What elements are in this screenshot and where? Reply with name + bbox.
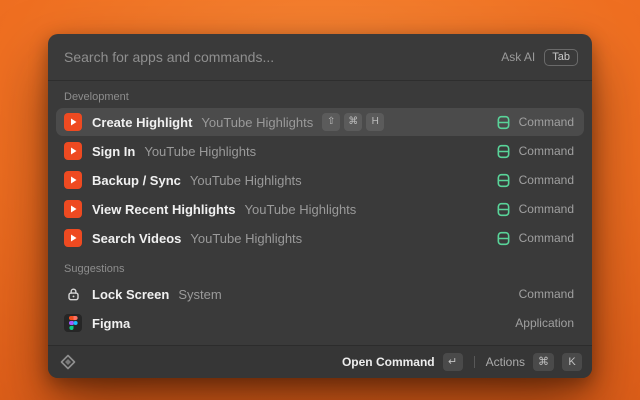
item-title: Lock Screen xyxy=(92,287,169,302)
ask-ai-label[interactable]: Ask AI xyxy=(501,50,535,64)
search-bar: Ask AI Tab xyxy=(48,34,592,80)
search-input[interactable] xyxy=(64,49,501,65)
item-subtitle: YouTube Highlights xyxy=(144,144,256,159)
enter-key-badge: ↵ xyxy=(443,353,463,371)
section-title-development: Development xyxy=(64,91,576,103)
item-subtitle: System xyxy=(178,287,221,302)
youtube-icon xyxy=(64,200,82,218)
youtube-icon xyxy=(64,229,82,247)
section-title-suggestions: Suggestions xyxy=(64,263,576,275)
command-type-icon xyxy=(496,202,511,217)
command-type-icon xyxy=(496,115,511,130)
item-subtitle: YouTube Highlights xyxy=(190,173,302,188)
item-subtitle: YouTube Highlights xyxy=(245,202,357,217)
item-title: Figma xyxy=(92,316,130,331)
item-title: Sign In xyxy=(92,144,135,159)
youtube-icon xyxy=(64,171,82,189)
footer-divider xyxy=(474,356,475,368)
item-type: Command xyxy=(519,231,574,245)
lock-icon xyxy=(66,287,81,302)
item-type: Command xyxy=(519,115,574,129)
list-item-figma[interactable]: Figma Application xyxy=(56,309,584,337)
list-item-create-highlight[interactable]: Create Highlight YouTube Highlights ⇧ ⌘ … xyxy=(56,108,584,136)
list-item-view-recent-highlights[interactable]: View Recent Highlights YouTube Highlight… xyxy=(56,195,584,223)
open-command-button[interactable]: Open Command xyxy=(342,355,435,369)
item-title: Create Highlight xyxy=(92,115,192,130)
item-subtitle: YouTube Highlights xyxy=(190,231,302,246)
command-type-icon xyxy=(496,231,511,246)
list-item-sign-in[interactable]: Sign In YouTube Highlights Command xyxy=(56,137,584,165)
list-item-backup-sync[interactable]: Backup / Sync YouTube Highlights Command xyxy=(56,166,584,194)
k-key-badge: K xyxy=(562,353,582,371)
cmd-key-badge: ⌘ xyxy=(344,113,362,131)
results-list: Development Create Highlight YouTube Hig… xyxy=(48,80,592,345)
h-key-badge: H xyxy=(366,113,384,131)
shortcut-keys: ⇧ ⌘ H xyxy=(322,113,384,131)
item-title: View Recent Highlights xyxy=(92,202,236,217)
item-subtitle: YouTube Highlights xyxy=(201,115,313,130)
launcher-window: Ask AI Tab Development Create Highlight … xyxy=(48,34,592,378)
item-title: Search Videos xyxy=(92,231,181,246)
item-type: Command xyxy=(519,144,574,158)
item-title: Backup / Sync xyxy=(92,173,181,188)
youtube-icon xyxy=(64,113,82,131)
command-type-icon xyxy=(496,173,511,188)
cmd-key-badge: ⌘ xyxy=(533,353,554,371)
youtube-icon xyxy=(64,142,82,160)
shift-key-badge: ⇧ xyxy=(322,113,340,131)
tab-key-badge: Tab xyxy=(544,49,578,66)
item-type: Command xyxy=(519,287,574,301)
figma-icon xyxy=(64,314,82,332)
command-type-icon xyxy=(496,144,511,159)
item-type: Command xyxy=(519,173,574,187)
list-item-search-videos[interactable]: Search Videos YouTube Highlights Command xyxy=(56,224,584,252)
footer-bar: Open Command ↵ Actions ⌘ K xyxy=(48,345,592,378)
item-type: Application xyxy=(515,316,574,330)
actions-button[interactable]: Actions xyxy=(486,355,525,369)
raycast-logo-icon xyxy=(60,354,76,370)
item-type: Command xyxy=(519,202,574,216)
list-item-lock-screen[interactable]: Lock Screen System Command xyxy=(56,280,584,308)
